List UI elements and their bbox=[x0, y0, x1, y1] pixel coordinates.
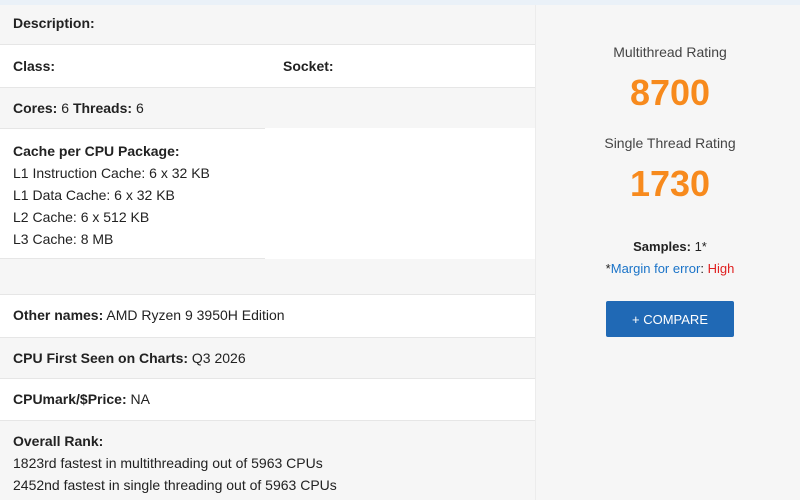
rank-single-thread: 2452nd fastest in single threading out o… bbox=[13, 477, 337, 493]
first-seen-value: Q3 2026 bbox=[191, 350, 246, 366]
cores-value: 6 bbox=[61, 100, 70, 116]
cache-line-l1d: L1 Data Cache: 6 x 32 KB bbox=[13, 187, 175, 203]
cpu-details-panel: Description: Class: Socket: Cores: 6 Thr… bbox=[0, 5, 536, 500]
overall-rank-row: Overall Rank: 1823rd fastest in multithr… bbox=[0, 421, 536, 500]
cache-line-l2: L2 Cache: 6 x 512 KB bbox=[13, 209, 150, 225]
samples-value: 1* bbox=[694, 239, 707, 254]
cores-label: Cores: bbox=[13, 100, 58, 116]
multithread-rating-label: Multithread Rating bbox=[613, 44, 727, 60]
cache-section: Cache per CPU Package: L1 Instruction Ca… bbox=[0, 129, 536, 259]
margin-for-error-link[interactable]: Margin for error bbox=[611, 261, 701, 276]
margin-value: High bbox=[707, 261, 735, 276]
overall-rank-label: Overall Rank: bbox=[13, 433, 104, 449]
ratings-panel: Multithread Rating 8700 Single Thread Ra… bbox=[536, 5, 800, 500]
spacer-row bbox=[0, 259, 536, 294]
description-label: Description: bbox=[13, 15, 95, 31]
other-names-label: Other names: bbox=[13, 307, 104, 323]
other-names-row: Other names: AMD Ryzen 9 3950H Edition bbox=[0, 295, 536, 337]
description-row: Description: bbox=[0, 5, 536, 44]
class-row: Class: Socket: bbox=[0, 45, 536, 87]
compare-button[interactable]: + COMPARE bbox=[606, 301, 734, 337]
cpumark-price-row: CPUmark/$Price: NA bbox=[0, 379, 536, 420]
rank-multithread: 1823rd fastest in multithreading out of … bbox=[13, 455, 323, 471]
cache-title: Cache per CPU Package: bbox=[13, 143, 180, 159]
class-label: Class: bbox=[13, 58, 56, 74]
cache-line-l3: L3 Cache: 8 MB bbox=[13, 231, 114, 247]
cache-line-l1i: L1 Instruction Cache: 6 x 32 KB bbox=[13, 165, 210, 181]
single-thread-rating-label: Single Thread Rating bbox=[604, 135, 736, 151]
cpumark-price-label: CPUmark/$Price: bbox=[13, 391, 127, 407]
first-seen-label: CPU First Seen on Charts: bbox=[13, 350, 189, 366]
first-seen-row: CPU First Seen on Charts: Q3 2026 bbox=[0, 338, 536, 378]
cpumark-price-value: NA bbox=[130, 391, 150, 407]
margin-of-error: *Margin for error: High bbox=[536, 261, 800, 276]
samples-label: Samples: bbox=[633, 239, 691, 254]
threads-value: 6 bbox=[135, 100, 144, 116]
samples-text: Samples: 1* bbox=[536, 239, 800, 254]
single-thread-rating-value: 1730 bbox=[629, 163, 711, 204]
cores-row: Cores: 6 Threads: 6 bbox=[0, 88, 536, 128]
multithread-rating-value: 8700 bbox=[629, 72, 711, 113]
threads-label: Threads: bbox=[72, 100, 133, 116]
margin-colon: : bbox=[700, 261, 704, 276]
socket-label: Socket: bbox=[283, 58, 334, 74]
other-names-value: AMD Ryzen 9 3950H Edition bbox=[106, 307, 285, 323]
